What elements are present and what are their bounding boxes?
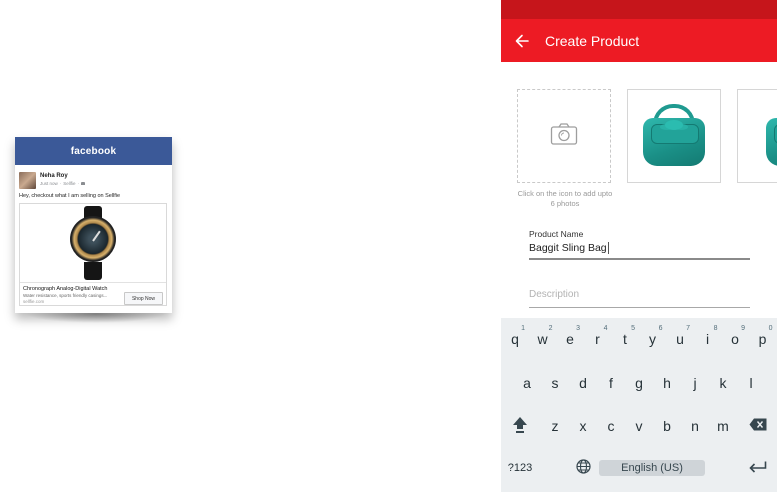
shift-icon bbox=[512, 416, 528, 437]
app-bar: Create Product bbox=[501, 19, 777, 62]
bag-image bbox=[639, 104, 709, 168]
key-v[interactable]: v bbox=[625, 410, 653, 442]
field-underline bbox=[529, 258, 750, 260]
page-title: Create Product bbox=[545, 32, 640, 49]
keyboard-row-2: a s d f g h j k l bbox=[501, 367, 777, 407]
camera-icon bbox=[550, 122, 578, 151]
product-name-label: Product Name bbox=[529, 229, 584, 239]
key-l[interactable]: l bbox=[737, 367, 765, 399]
description-input[interactable]: Description bbox=[529, 289, 750, 300]
enter-icon bbox=[749, 460, 767, 476]
back-arrow-icon[interactable] bbox=[515, 34, 531, 48]
key-d[interactable]: d bbox=[569, 367, 597, 399]
product-preview[interactable]: Chronograph Analog-Digital Watch Water r… bbox=[19, 203, 167, 306]
enter-key[interactable] bbox=[744, 452, 772, 484]
backspace-key[interactable] bbox=[744, 410, 772, 442]
keyboard-row-3: z x c v b n m bbox=[501, 410, 777, 450]
key-j[interactable]: j bbox=[681, 367, 709, 399]
field-underline bbox=[529, 307, 750, 308]
product-image bbox=[20, 204, 166, 283]
key-e[interactable]: e3 bbox=[556, 323, 584, 355]
keyboard-row-1: q1 w2 e3 r4 t5 y6 u7 i8 o9 p0 bbox=[501, 323, 777, 363]
key-z[interactable]: z bbox=[541, 410, 569, 442]
post-meta: Just now · Sellfie · bbox=[40, 181, 86, 186]
add-photo-button[interactable] bbox=[517, 89, 611, 183]
key-k[interactable]: k bbox=[709, 367, 737, 399]
facebook-share-card: facebook Neha Roy Just now · Sellfie · H… bbox=[15, 137, 172, 313]
key-s[interactable]: s bbox=[541, 367, 569, 399]
product-photo-1[interactable] bbox=[627, 89, 721, 183]
product-name-input[interactable]: Baggit Sling Bag bbox=[529, 242, 607, 254]
key-c[interactable]: c bbox=[597, 410, 625, 442]
key-w[interactable]: w2 bbox=[529, 323, 557, 355]
status-bar bbox=[501, 0, 777, 19]
space-bar[interactable]: English (US) bbox=[599, 460, 705, 476]
post-author: Neha Roy Just now · Sellfie · bbox=[19, 172, 86, 189]
key-a[interactable]: a bbox=[513, 367, 541, 399]
photo-hint: Click on the icon to add upto 6 photos bbox=[517, 189, 613, 208]
facebook-header: facebook bbox=[15, 137, 172, 165]
bag-image bbox=[762, 104, 777, 168]
audience-icon bbox=[81, 182, 86, 185]
keyboard-row-4: ?123 English (US) bbox=[501, 452, 777, 492]
key-t[interactable]: t5 bbox=[611, 323, 639, 355]
product-name-field[interactable]: Product Name Baggit Sling Bag bbox=[529, 229, 750, 260]
shift-key[interactable] bbox=[505, 410, 535, 442]
key-r[interactable]: r4 bbox=[584, 323, 612, 355]
backspace-icon bbox=[749, 418, 767, 434]
post-app: Sellfie bbox=[63, 181, 76, 186]
soft-keyboard: q1 w2 e3 r4 t5 y6 u7 i8 o9 p0 a s d f g … bbox=[501, 318, 777, 492]
key-p[interactable]: p0 bbox=[749, 323, 777, 355]
author-name[interactable]: Neha Roy bbox=[40, 173, 85, 179]
key-g[interactable]: g bbox=[625, 367, 653, 399]
key-h[interactable]: h bbox=[653, 367, 681, 399]
globe-icon bbox=[575, 459, 591, 477]
product-photo-2[interactable] bbox=[737, 89, 777, 183]
key-m[interactable]: m bbox=[709, 410, 737, 442]
key-o[interactable]: o9 bbox=[721, 323, 749, 355]
post-text: Hey, checkout what I am selling on Sellf… bbox=[19, 193, 121, 199]
watch-image bbox=[64, 206, 122, 280]
symbols-key[interactable]: ?123 bbox=[505, 452, 535, 484]
key-y[interactable]: y6 bbox=[639, 323, 667, 355]
key-x[interactable]: x bbox=[569, 410, 597, 442]
create-product-screen: Create Product Click on the icon to add … bbox=[501, 0, 777, 492]
product-info: Chronograph Analog-Digital Watch Water r… bbox=[20, 283, 166, 305]
text-cursor bbox=[607, 242, 609, 254]
key-f[interactable]: f bbox=[597, 367, 625, 399]
key-n[interactable]: n bbox=[681, 410, 709, 442]
key-q[interactable]: q1 bbox=[501, 323, 529, 355]
post-time: Just now bbox=[40, 181, 58, 186]
avatar[interactable] bbox=[19, 172, 36, 189]
description-field[interactable]: Description bbox=[529, 289, 750, 308]
key-u[interactable]: u7 bbox=[666, 323, 694, 355]
facebook-logo: facebook bbox=[70, 145, 117, 157]
key-b[interactable]: b bbox=[653, 410, 681, 442]
shop-now-button[interactable]: Shop Now bbox=[124, 292, 163, 305]
key-i[interactable]: i8 bbox=[694, 323, 722, 355]
language-key[interactable] bbox=[569, 452, 597, 484]
